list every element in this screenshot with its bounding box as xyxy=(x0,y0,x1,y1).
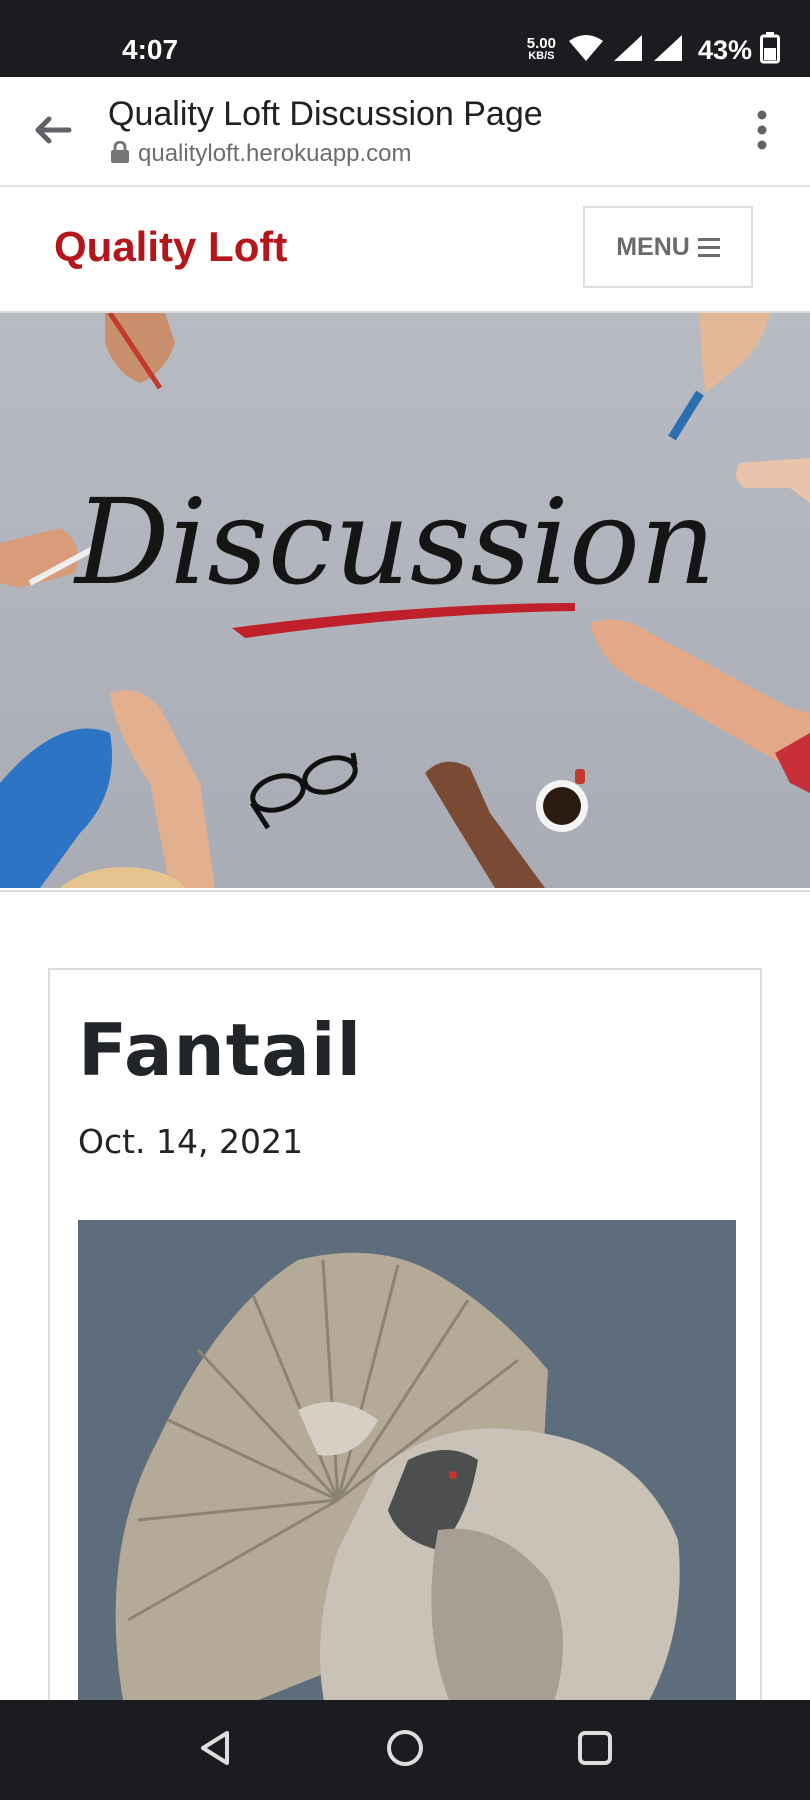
square-recents-icon xyxy=(575,1728,615,1773)
signal-icon xyxy=(652,33,684,68)
url-text: qualityloft.herokuapp.com xyxy=(138,140,412,167)
hero-heading-text: Discussion xyxy=(73,473,716,611)
nav-back-button[interactable] xyxy=(185,1720,245,1780)
battery-icon xyxy=(760,31,780,69)
url-bar[interactable]: qualityloft.herokuapp.com xyxy=(110,140,412,168)
menu-button[interactable]: MENU xyxy=(583,206,753,288)
hero-image: Discussion xyxy=(0,313,810,888)
post-date: Oct. 14, 2021 xyxy=(78,1122,303,1161)
system-navigation-bar xyxy=(0,1700,810,1800)
menu-label: MENU xyxy=(616,232,690,261)
back-button[interactable] xyxy=(28,107,78,157)
more-options-button[interactable] xyxy=(742,107,782,157)
status-bar: 4:07 5.00 KB/S 43% xyxy=(0,0,810,77)
post-title[interactable]: Fantail xyxy=(78,1008,362,1092)
status-indicators: 5.00 KB/S 43% xyxy=(526,31,780,69)
battery-percent: 43% xyxy=(697,34,752,65)
triangle-back-icon xyxy=(195,1728,235,1773)
network-speed-unit: KB/S xyxy=(528,50,555,62)
hamburger-icon xyxy=(697,237,720,257)
lock-icon xyxy=(110,140,130,168)
network-speed-value: 5.00 xyxy=(526,35,556,52)
browser-toolbar: Quality Loft Discussion Page qualityloft… xyxy=(0,77,810,187)
nav-home-button[interactable] xyxy=(375,1720,435,1780)
browser-page-title: Quality Loft Discussion Page xyxy=(108,95,543,133)
main-content: Fantail Oct. 14, 2021 xyxy=(0,890,810,1728)
post-image xyxy=(78,1220,736,1720)
status-time: 4:07 xyxy=(122,34,179,65)
more-vert-icon xyxy=(757,110,767,155)
nav-recents-button[interactable] xyxy=(565,1720,625,1780)
signal-icon xyxy=(612,33,644,68)
site-brand-link[interactable]: Quality Loft xyxy=(54,223,287,271)
wifi-icon xyxy=(568,33,604,68)
network-speed: 5.00 KB/S xyxy=(526,35,556,63)
post-card: Fantail Oct. 14, 2021 xyxy=(48,968,762,1728)
circle-home-icon xyxy=(385,1728,425,1773)
site-header: Quality Loft MENU xyxy=(0,187,810,313)
arrow-left-icon xyxy=(33,115,73,150)
